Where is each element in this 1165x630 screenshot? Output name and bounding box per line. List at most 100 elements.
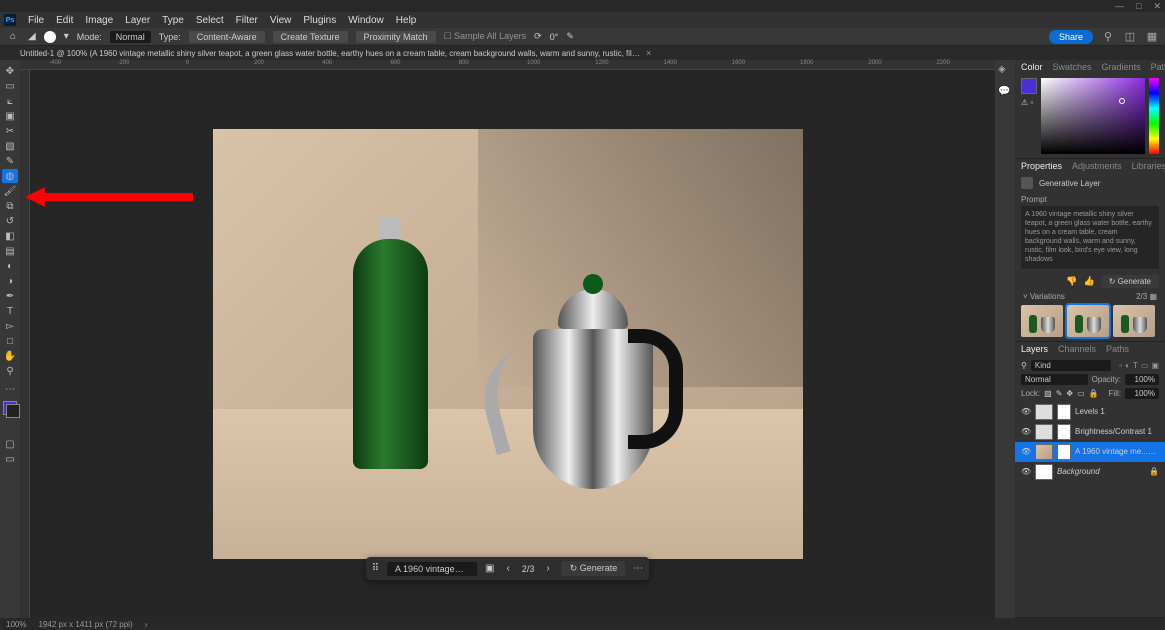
variations-view-icon[interactable]: ▦ [1149, 292, 1157, 301]
variations-chevron-icon[interactable]: ˅ [1023, 292, 1028, 301]
create-texture-button[interactable]: Create Texture [273, 31, 348, 43]
eyedropper-tool[interactable]: ✎ [2, 154, 18, 168]
tab-color[interactable]: Color [1021, 62, 1043, 72]
prompt-text[interactable]: A 1960 vintage metallic shiny silver tea… [1021, 206, 1159, 269]
taskbar-drag-icon[interactable]: ⠿ [372, 563, 379, 574]
content-aware-button[interactable]: Content-Aware [189, 31, 265, 43]
color-picker-field[interactable] [1041, 78, 1145, 154]
pressure-icon[interactable]: ✎ [566, 31, 574, 42]
taskbar-next[interactable]: › [542, 563, 553, 574]
history-brush-tool[interactable]: ↺ [2, 214, 18, 228]
taskbar-prev[interactable]: ‹ [503, 563, 514, 574]
sample-all-layers-check[interactable]: Sample All Layers [454, 31, 526, 41]
menu-type[interactable]: Type [162, 15, 184, 26]
move-tool[interactable]: ✥ [2, 64, 18, 78]
chevron-down-icon[interactable]: ▾ [64, 31, 69, 42]
tab-paths[interactable]: Paths [1106, 344, 1129, 354]
hand-tool[interactable]: ✋ [2, 349, 18, 363]
layer-mask[interactable] [1057, 444, 1071, 460]
menu-filter[interactable]: Filter [236, 15, 258, 26]
layer-row[interactable]: 👁 Brightness/Contrast 1 [1021, 422, 1159, 442]
path-select-tool[interactable]: ▻ [2, 319, 18, 333]
gradient-tool[interactable]: ▤ [2, 244, 18, 258]
color-foreground-swatch[interactable] [1021, 78, 1037, 94]
layer-mask[interactable] [1057, 404, 1071, 420]
edit-toolbar[interactable]: ⋯ [2, 382, 18, 396]
healing-brush-tool[interactable]: ◍ [2, 169, 18, 183]
fill-value[interactable]: 100% [1125, 388, 1159, 399]
layers-search-icon[interactable]: ⚲ [1021, 361, 1027, 370]
type-tool[interactable]: T [2, 304, 18, 318]
hue-slider[interactable] [1149, 78, 1159, 154]
panel-color-icon[interactable]: ◈ [998, 64, 1012, 78]
crop-tool[interactable]: ✂ [2, 124, 18, 138]
quick-mask-icon[interactable]: ▢ [2, 437, 18, 451]
foreground-background-color[interactable] [3, 401, 17, 415]
lasso-tool[interactable]: ⟀ [2, 94, 18, 108]
filter-type-icon[interactable]: T [1133, 361, 1138, 370]
menu-plugins[interactable]: Plugins [303, 15, 336, 26]
menu-window[interactable]: Window [348, 15, 384, 26]
tab-gradients[interactable]: Gradients [1102, 62, 1141, 72]
window-minimize[interactable]: — [1115, 1, 1124, 11]
close-tab-icon[interactable]: × [646, 48, 651, 58]
layer-thumb[interactable] [1035, 444, 1053, 460]
status-chevron-icon[interactable]: › [145, 620, 148, 629]
tab-adjustments[interactable]: Adjustments [1072, 161, 1122, 171]
tab-layers[interactable]: Layers [1021, 344, 1048, 354]
brush-preview[interactable] [44, 31, 56, 43]
lock-transparent-icon[interactable]: ▨ [1044, 389, 1052, 398]
tab-properties[interactable]: Properties [1021, 161, 1062, 171]
menu-help[interactable]: Help [396, 15, 417, 26]
object-select-tool[interactable]: ▣ [2, 109, 18, 123]
taskbar-generate-button[interactable]: ↻ Generate [562, 561, 626, 576]
layer-row[interactable]: 👁 Levels 1 [1021, 402, 1159, 422]
proximity-match-button[interactable]: Proximity Match [356, 31, 436, 43]
filter-pixel-icon[interactable]: ▫ [1119, 361, 1122, 370]
blend-mode-select[interactable]: Normal [1021, 374, 1088, 385]
opacity-value[interactable]: 100% [1125, 374, 1159, 385]
lock-paint-icon[interactable]: ✎ [1056, 389, 1063, 398]
variation-thumb-3[interactable] [1113, 305, 1155, 337]
menu-select[interactable]: Select [196, 15, 224, 26]
shape-tool[interactable]: □ [2, 334, 18, 348]
filter-smart-icon[interactable]: ▣ [1151, 361, 1159, 370]
filter-adjust-icon[interactable]: ◐ [1125, 361, 1130, 370]
horizontal-ruler[interactable]: -400 -200 0 200 400 600 800 1000 1200 14… [20, 60, 995, 70]
visibility-icon[interactable]: 👁 [1021, 407, 1031, 416]
screen-mode-icon[interactable]: ▭ [2, 452, 18, 466]
taskbar-image-icon[interactable]: ▣ [485, 563, 494, 574]
home-icon[interactable]: ⌂ [6, 30, 20, 44]
window-maximize[interactable]: □ [1136, 1, 1141, 11]
dodge-tool[interactable]: ◑ [2, 274, 18, 288]
zoom-level[interactable]: 100% [6, 620, 26, 629]
lock-artboard-icon[interactable]: ▭ [1077, 389, 1085, 398]
properties-generate-button[interactable]: ↻ Generate [1101, 275, 1159, 288]
window-close[interactable]: ✕ [1153, 1, 1161, 12]
visibility-icon[interactable]: 👁 [1021, 427, 1031, 436]
clone-stamp-tool[interactable]: ⧉ [2, 199, 18, 213]
variation-thumb-1[interactable] [1021, 305, 1063, 337]
layers-kind-filter[interactable]: Kind [1031, 360, 1111, 371]
layer-row[interactable]: 👁 Background 🔒 [1021, 462, 1159, 482]
options-gear-icon[interactable]: ◫ [1123, 30, 1137, 44]
layer-row-selected[interactable]: 👁 A 1960 vintage me...ew, long shadows [1015, 442, 1165, 462]
lock-all-icon[interactable]: 🔒 [1089, 389, 1099, 398]
brush-tool[interactable]: 🖌 [2, 184, 18, 198]
angle-icon[interactable]: ⟳ [534, 31, 542, 42]
thumb-up-icon[interactable]: 👍 [1083, 276, 1094, 287]
marquee-tool[interactable]: ▭ [2, 79, 18, 93]
menu-view[interactable]: View [270, 15, 292, 26]
layer-name[interactable]: Brightness/Contrast 1 [1075, 427, 1159, 436]
menu-image[interactable]: Image [85, 15, 113, 26]
menu-layer[interactable]: Layer [125, 15, 150, 26]
thumb-down-icon[interactable]: 👎 [1066, 276, 1077, 287]
taskbar-prompt[interactable]: A 1960 vintage… [387, 562, 477, 576]
mode-select[interactable]: Normal [110, 31, 151, 43]
document-tab[interactable]: Untitled-1 @ 100% (A 1960 vintage metall… [20, 49, 640, 58]
share-button[interactable]: Share [1049, 30, 1093, 44]
tab-patterns[interactable]: Patterns [1151, 62, 1165, 72]
layer-thumb[interactable] [1035, 424, 1053, 440]
frame-tool[interactable]: ▧ [2, 139, 18, 153]
layer-name[interactable]: Background [1057, 467, 1145, 476]
